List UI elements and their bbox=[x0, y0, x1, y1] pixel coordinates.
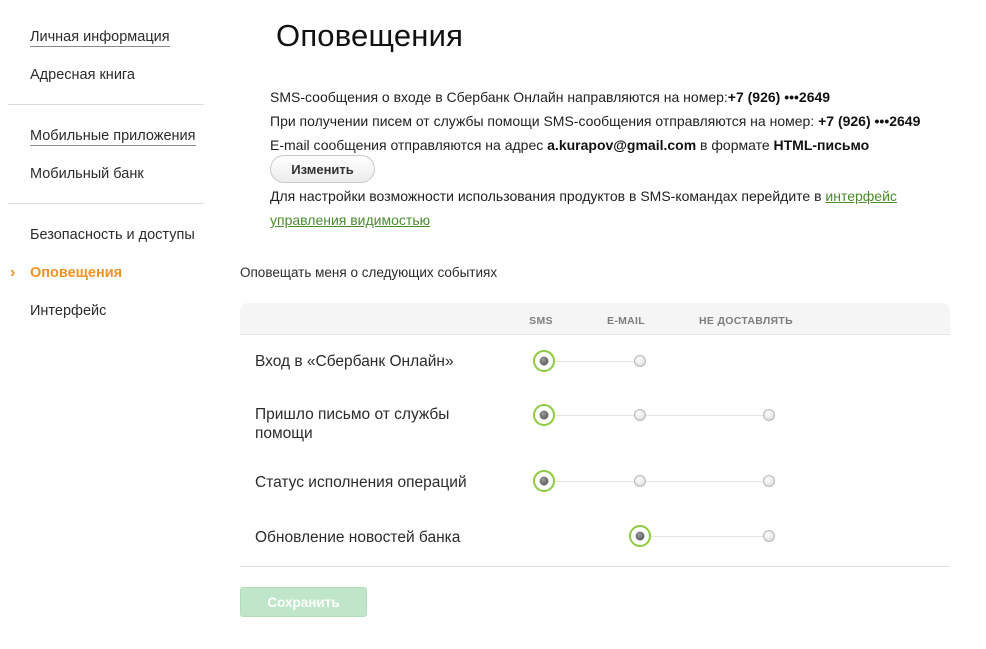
sidebar-item-security[interactable]: Безопасность и доступы bbox=[30, 227, 195, 243]
row-label-operation-status: Статус исполнения операций bbox=[255, 474, 467, 491]
email-format: HTML-письмо bbox=[773, 137, 870, 153]
radio-help-sms[interactable] bbox=[533, 404, 555, 426]
sms-commands-info: Для настройки возможности использования … bbox=[270, 188, 897, 204]
help-phone-number: +7 (926) •••2649 bbox=[818, 113, 921, 129]
visibility-settings-link[interactable]: интерфейс bbox=[825, 188, 897, 204]
sidebar-divider bbox=[8, 203, 204, 204]
sms-login-info: SMS-сообщения о входе в Сбербанк Онлайн … bbox=[270, 89, 831, 105]
change-button[interactable]: Изменить bbox=[270, 155, 375, 183]
email-address: a.kurapov@gmail.com bbox=[547, 137, 697, 153]
visibility-settings-link[interactable]: управления видимостью bbox=[270, 212, 430, 228]
page-title: Оповещения bbox=[276, 18, 464, 53]
row-label-help-message: Пришло письмо от службы помощи bbox=[255, 406, 450, 442]
radio-news-none[interactable] bbox=[763, 530, 775, 542]
radio-status-email[interactable] bbox=[634, 475, 646, 487]
sms-phone-number: +7 (926) •••2649 bbox=[727, 89, 831, 105]
sidebar-item-address-book[interactable]: Адресная книга bbox=[30, 67, 135, 83]
help-sms-info: При получении писем от службы помощи SMS… bbox=[270, 113, 921, 129]
column-header-none: НЕ ДОСТАВЛЯТЬ bbox=[699, 315, 793, 327]
column-header-email: E-MAIL bbox=[607, 315, 645, 327]
column-header-sms: SMS bbox=[529, 315, 553, 327]
radio-login-email[interactable] bbox=[634, 355, 646, 367]
row-label-bank-news: Обновление новостей банка bbox=[255, 529, 461, 546]
sms-commands-info-cont: управления видимостью bbox=[270, 212, 430, 228]
sidebar-item-interface[interactable]: Интерфейс bbox=[30, 303, 106, 319]
radio-login-sms[interactable] bbox=[533, 350, 555, 372]
sidebar-item-mobile-bank[interactable]: Мобильный банк bbox=[30, 166, 144, 182]
radio-status-sms[interactable] bbox=[533, 470, 555, 492]
chevron-right-icon: › bbox=[10, 264, 16, 281]
notifications-table: SMS E-MAIL НЕ ДОСТАВЛЯТЬ Вход в «Сбербан… bbox=[240, 303, 950, 567]
radio-news-email[interactable] bbox=[629, 525, 651, 547]
table-header: SMS E-MAIL НЕ ДОСТАВЛЯТЬ bbox=[240, 303, 950, 335]
option-track bbox=[544, 415, 769, 416]
save-button[interactable]: Сохранить bbox=[240, 587, 367, 617]
row-label-login: Вход в «Сбербанк Онлайн» bbox=[255, 353, 454, 370]
sidebar-item-mobile-apps[interactable]: Мобильные приложения bbox=[30, 128, 196, 146]
table-divider bbox=[240, 566, 950, 567]
radio-help-email[interactable] bbox=[634, 409, 646, 421]
option-track bbox=[640, 536, 769, 537]
email-info: E-mail сообщения отправляются на адрес a… bbox=[270, 137, 870, 153]
radio-status-none[interactable] bbox=[763, 475, 775, 487]
notifications-section-label: Оповещать меня о следующих событиях bbox=[240, 265, 498, 280]
option-track bbox=[544, 481, 769, 482]
sidebar-divider bbox=[8, 104, 204, 105]
sidebar-item-notifications[interactable]: › Оповещения bbox=[10, 264, 122, 281]
radio-help-none[interactable] bbox=[763, 409, 775, 421]
option-track bbox=[544, 361, 640, 362]
sidebar-item-personal-info[interactable]: Личная информация bbox=[30, 29, 170, 47]
